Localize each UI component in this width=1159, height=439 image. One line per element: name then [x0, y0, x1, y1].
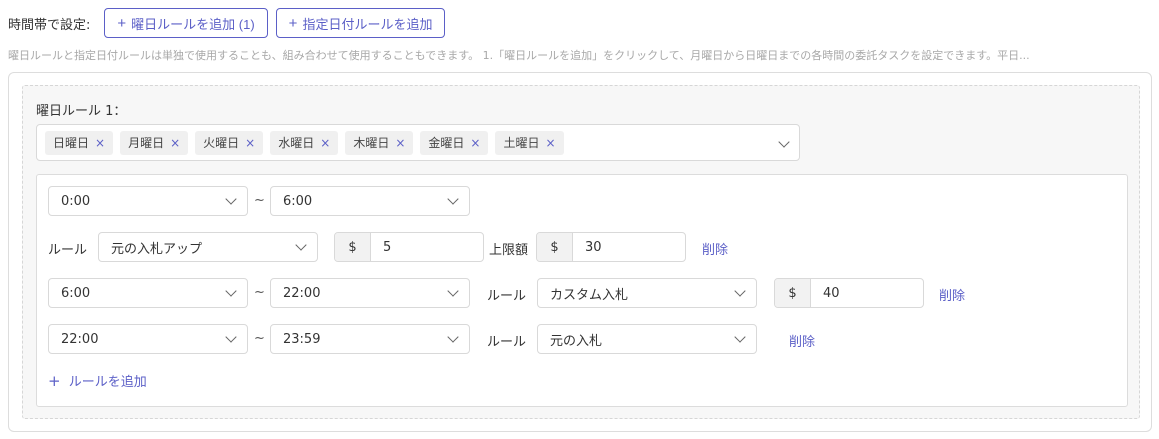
slot2-rule-label: ルール	[487, 289, 527, 304]
slot1-end-select[interactable]: 6:00	[270, 186, 470, 216]
plus-icon: +	[117, 14, 127, 32]
time-slot-list: 0:00 ~ 6:00 ルール 元の入札アップ $ 5 上限額 $ 30 削除 …	[36, 174, 1128, 407]
add-rule-button[interactable]: + ルールを追加	[48, 371, 147, 390]
add-weekday-rule-label: 曜日ルールを追加 (1)	[131, 16, 255, 32]
chevron-down-icon	[734, 285, 746, 297]
close-icon[interactable]: ×	[470, 136, 480, 150]
add-rule-label: ルールを追加	[68, 375, 147, 390]
chevron-down-icon	[295, 239, 307, 251]
close-icon[interactable]: ×	[170, 136, 180, 150]
plus-icon: +	[48, 372, 61, 390]
add-date-rule-label: 指定日付ルールを追加	[302, 16, 433, 32]
upper-limit-label: 上限額	[489, 243, 529, 258]
add-date-rule-button[interactable]: + 指定日付ルールを追加	[275, 8, 446, 38]
slot2-end-select[interactable]: 22:00	[270, 278, 470, 308]
close-icon[interactable]: ×	[245, 136, 255, 150]
chevron-down-icon	[225, 331, 237, 343]
range-tilde: ~	[254, 193, 265, 208]
chevron-down-icon	[225, 285, 237, 297]
slot2-amount-input[interactable]: $ 40	[774, 278, 924, 308]
weekday-rule-title: 曜日ルール 1：	[36, 104, 127, 119]
slot1-rule-label: ルール	[48, 243, 88, 258]
chevron-down-icon	[225, 193, 237, 205]
plus-icon: +	[288, 14, 298, 32]
close-icon[interactable]: ×	[320, 136, 330, 150]
close-icon[interactable]: ×	[395, 136, 405, 150]
chevron-down-icon	[447, 331, 459, 343]
day-tag-tuesday: 火曜日 ×	[195, 130, 264, 155]
slot3-start-select[interactable]: 22:00	[48, 324, 248, 354]
day-tag-saturday: 土曜日 ×	[495, 130, 564, 155]
dollar-prefix: $	[537, 233, 573, 261]
chevron-down-icon	[778, 136, 790, 148]
slot3-delete-link[interactable]: 削除	[789, 331, 815, 350]
chevron-down-icon	[447, 285, 459, 297]
add-weekday-rule-button[interactable]: + 曜日ルールを追加 (1)	[104, 8, 268, 38]
time-setting-toolbar: 時間帯で設定: + 曜日ルールを追加 (1) + 指定日付ルールを追加	[8, 8, 453, 38]
close-icon[interactable]: ×	[95, 136, 105, 150]
slot1-start-select[interactable]: 0:00	[48, 186, 248, 216]
close-icon[interactable]: ×	[545, 136, 555, 150]
range-tilde: ~	[254, 331, 265, 346]
chevron-down-icon	[734, 331, 746, 343]
chevron-down-icon	[447, 193, 459, 205]
day-tag-wednesday: 水曜日 ×	[270, 130, 339, 155]
slot2-start-select[interactable]: 6:00	[48, 278, 248, 308]
slot1-limit-input[interactable]: $ 30	[536, 232, 686, 262]
dollar-prefix: $	[335, 233, 371, 261]
day-tag-sunday: 日曜日 ×	[45, 130, 114, 155]
slot1-rule-select[interactable]: 元の入札アップ	[98, 232, 318, 262]
slot2-rule-select[interactable]: カスタム入札	[537, 278, 757, 308]
rules-container: 曜日ルール 1： 日曜日 × 月曜日 × 火曜日 × 水曜日 × 木曜日 × 金曜日 × 土…	[8, 72, 1152, 432]
day-tag-thursday: 木曜日 ×	[345, 130, 414, 155]
day-tag-friday: 金曜日 ×	[420, 130, 489, 155]
slot2-delete-link[interactable]: 削除	[939, 285, 965, 304]
weekday-multiselect[interactable]: 日曜日 × 月曜日 × 火曜日 × 水曜日 × 木曜日 × 金曜日 × 土曜日 ×	[36, 124, 800, 161]
range-tilde: ~	[254, 285, 265, 300]
day-tag-monday: 月曜日 ×	[120, 130, 189, 155]
slot1-delete-link[interactable]: 削除	[702, 239, 728, 258]
rule-description: 曜日ルールと指定日付ルールは単独で使用することも、組み合わせて使用することもでき…	[8, 49, 1030, 62]
weekday-rule-card: 曜日ルール 1： 日曜日 × 月曜日 × 火曜日 × 水曜日 × 木曜日 × 金曜日 × 土…	[22, 85, 1140, 419]
dollar-prefix: $	[775, 279, 811, 307]
slot1-amount-input[interactable]: $ 5	[334, 232, 484, 262]
time-setting-label: 時間帯で設定:	[8, 17, 91, 33]
slot3-rule-select[interactable]: 元の入札	[537, 324, 757, 354]
slot3-rule-label: ルール	[487, 335, 527, 350]
slot3-end-select[interactable]: 23:59	[270, 324, 470, 354]
